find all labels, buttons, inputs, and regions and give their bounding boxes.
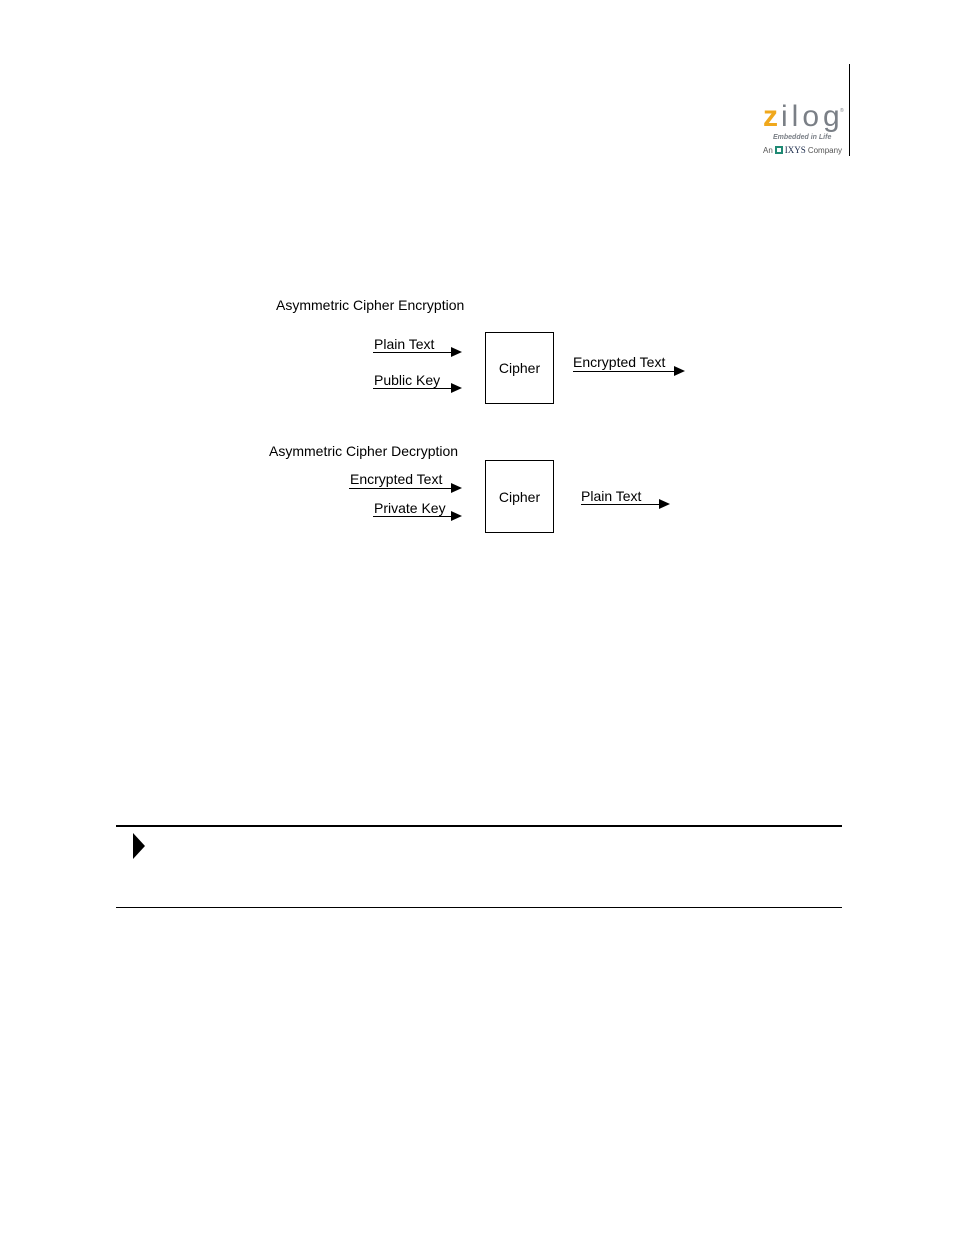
encryption-output-label: Encrypted Text (573, 354, 666, 370)
logo-parent: An IXYS Company (763, 145, 842, 155)
logo-parent-suffix: Company (807, 145, 843, 155)
arrow-right-icon (451, 483, 462, 493)
arrow-right-icon (451, 511, 462, 521)
ixys-square-icon (774, 146, 783, 154)
note-bottom-rule (116, 907, 842, 908)
logo-parent-name: IXYS (784, 145, 806, 155)
decryption-key-line (373, 516, 453, 517)
note-arrow-icon (133, 833, 145, 859)
header-divider (849, 64, 850, 156)
decryption-output-label: Plain Text (581, 488, 642, 504)
logo-tagline: Embedded in Life (773, 134, 832, 141)
cipher-block: Cipher (485, 460, 554, 533)
arrow-right-icon (659, 499, 670, 509)
cipher-block: Cipher (485, 332, 554, 404)
cipher-label: Cipher (498, 488, 541, 505)
encryption-title: Asymmetric Cipher Encryption (276, 297, 465, 313)
logo-letter-z: z (763, 100, 778, 133)
logo-parent-prefix: An (763, 145, 773, 155)
encryption-output-line (573, 371, 676, 372)
arrow-right-icon (451, 383, 462, 393)
encryption-key-label: Public Key (374, 372, 441, 388)
encryption-input-line (373, 352, 453, 353)
decryption-input-label: Encrypted Text (350, 471, 443, 487)
encryption-input-label: Plain Text (374, 336, 435, 352)
logo-trademark: ® (840, 108, 844, 114)
decryption-title: Asymmetric Cipher Decryption (269, 443, 459, 459)
arrow-right-icon (451, 347, 462, 357)
decryption-output-line (581, 504, 661, 505)
cipher-label: Cipher (498, 360, 541, 376)
encryption-key-line (373, 388, 453, 389)
logo-wordmark: ilog (781, 100, 844, 133)
note-top-rule (116, 825, 842, 827)
arrow-right-icon (674, 366, 685, 376)
decryption-input-line (349, 488, 453, 489)
decryption-key-label: Private Key (374, 500, 446, 516)
